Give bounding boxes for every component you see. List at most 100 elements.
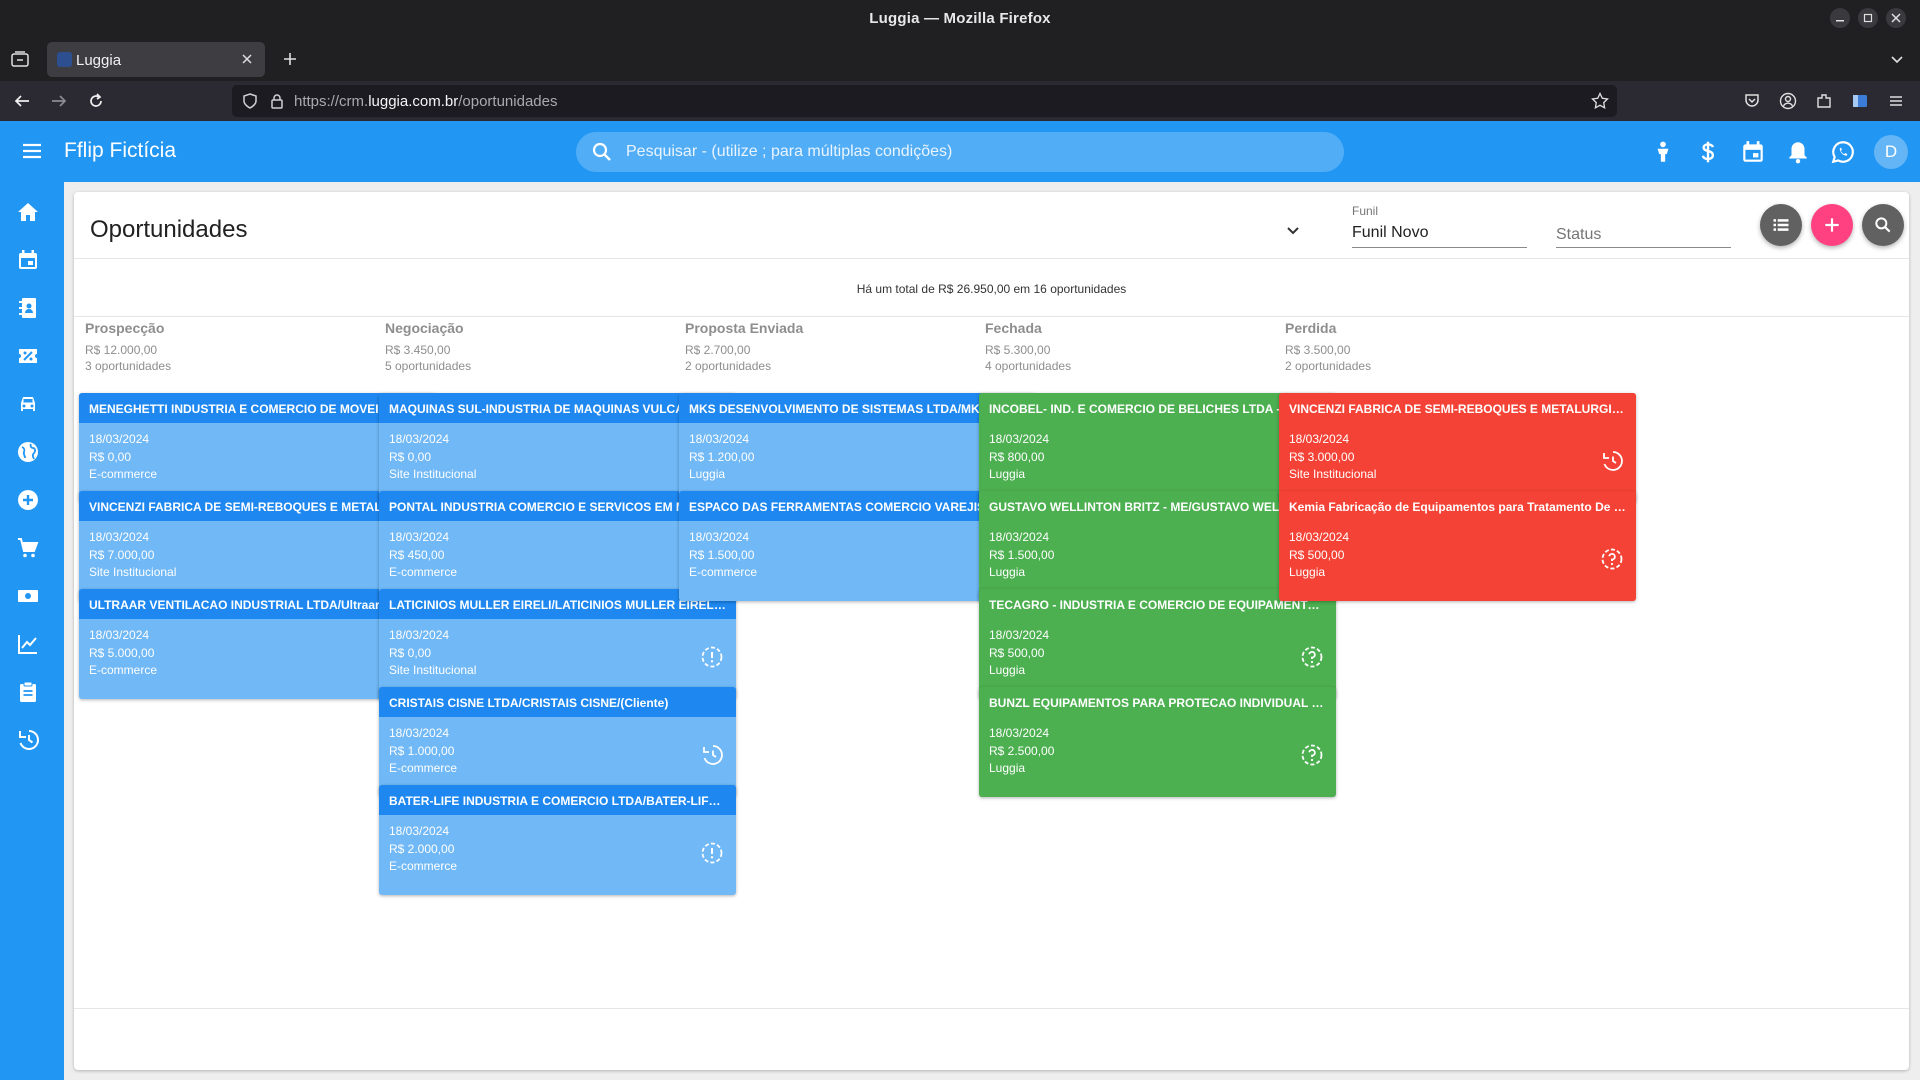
ticket-percent-icon[interactable]	[16, 344, 40, 368]
globe-icon[interactable]	[16, 440, 40, 464]
column-sum: R$ 3.450,00	[385, 343, 451, 357]
account-icon[interactable]	[1779, 92, 1797, 110]
clipboard-icon[interactable]	[16, 680, 40, 704]
board-bottom-divider	[74, 1008, 1909, 1009]
card-value: R$ 2.000,00	[389, 842, 455, 856]
dollar-icon[interactable]	[1695, 139, 1721, 165]
chart-line-icon[interactable]	[16, 632, 40, 656]
column-title: Perdida	[1285, 320, 1337, 336]
opportunity-card[interactable]: BATER-LIFE INDUSTRIA E COMERCIO LTDA/BAT…	[379, 785, 736, 895]
card-title[interactable]: CRISTAIS CISNE LTDA/CRISTAIS CISNE/(Clie…	[379, 687, 736, 717]
card-value: R$ 1.200,00	[689, 450, 755, 464]
tab-label: Luggia	[76, 52, 122, 69]
card-source: Luggia	[989, 663, 1026, 677]
history-icon[interactable]	[700, 743, 724, 767]
home-icon[interactable]	[16, 200, 40, 224]
sidebar-toggle-icon[interactable]	[1851, 92, 1869, 110]
card-source: E-commerce	[89, 467, 158, 481]
whatsapp-icon[interactable]	[1830, 139, 1856, 165]
help-clock-icon[interactable]	[1600, 547, 1624, 571]
alert-clock-icon[interactable]	[700, 841, 724, 865]
tab-overview-icon[interactable]	[11, 51, 29, 67]
search-button[interactable]	[1862, 204, 1904, 246]
calendar-icon[interactable]	[16, 248, 40, 272]
help-clock-icon[interactable]	[1300, 645, 1324, 669]
back-icon[interactable]	[13, 92, 31, 110]
shield-icon[interactable]	[242, 93, 258, 109]
restore-icon	[1863, 13, 1873, 23]
history-icon[interactable]	[16, 728, 40, 752]
card-source: E-commerce	[389, 761, 458, 775]
card-value: R$ 5.000,00	[89, 646, 155, 660]
card-value: R$ 1.500,00	[689, 548, 755, 562]
cart-icon[interactable]	[16, 536, 40, 560]
url-text[interactable]: https://crm.luggia.com.br/oportunidades	[294, 93, 557, 110]
list-tabs-icon[interactable]	[1888, 50, 1906, 68]
card-value: R$ 7.000,00	[89, 548, 155, 562]
opportunity-card[interactable]: BUNZL EQUIPAMENTOS PARA PROTECAO INDIVID…	[979, 687, 1336, 797]
hamburger-menu-icon[interactable]	[20, 139, 44, 163]
close-window-button[interactable]	[1886, 8, 1906, 28]
card-title[interactable]: BUNZL EQUIPAMENTOS PARA PROTECAO INDIVID…	[979, 687, 1336, 717]
bookmark-star-icon[interactable]	[1591, 92, 1609, 110]
card-source: Site Institucional	[389, 467, 477, 481]
status-select[interactable]: Status	[1556, 200, 1731, 248]
funnel-select[interactable]: Funil Funil Novo	[1352, 200, 1527, 248]
card-title[interactable]: VINCENZI FABRICA DE SEMI-REBOQUES E META…	[1279, 393, 1636, 423]
card-value: R$ 2.500,00	[989, 744, 1055, 758]
opportunity-card[interactable]: LATICINIOS MULLER EIRELI/LATICINIOS MULL…	[379, 589, 736, 699]
contacts-book-icon[interactable]	[16, 296, 40, 320]
search-input[interactable]: Pesquisar - (utilize ; para múltiplas co…	[576, 132, 1344, 172]
browser-tab[interactable]: Luggia	[47, 42, 265, 77]
forward-icon[interactable]	[50, 92, 68, 110]
navigation-toolbar: https://crm.luggia.com.br/oportunidades	[0, 81, 1920, 121]
calendar-icon[interactable]	[1740, 139, 1766, 165]
menu-icon[interactable]	[1887, 92, 1905, 110]
address-bar[interactable]: https://crm.luggia.com.br/oportunidades	[232, 85, 1617, 117]
card-value: R$ 500,00	[989, 646, 1045, 660]
help-clock-icon[interactable]	[1300, 743, 1324, 767]
bell-icon[interactable]	[1785, 139, 1811, 165]
card-date: 18/03/2024	[389, 824, 450, 838]
total-summary: Há um total de R$ 26.950,00 em 16 oportu…	[856, 282, 1127, 296]
minimize-icon	[1836, 20, 1844, 22]
url-domain: luggia.com.br	[368, 93, 459, 110]
maximize-button[interactable]	[1858, 8, 1878, 28]
opportunity-card[interactable]: TECAGRO - INDUSTRIA E COMERCIO DE EQUIPA…	[979, 589, 1336, 699]
card-value: R$ 500,00	[1289, 548, 1345, 562]
avatar[interactable]: D	[1874, 135, 1908, 169]
card-title[interactable]: BATER-LIFE INDUSTRIA E COMERCIO LTDA/BAT…	[379, 785, 736, 815]
card-date: 18/03/2024	[389, 628, 450, 642]
add-opportunity-button[interactable]	[1811, 204, 1853, 246]
opportunity-card[interactable]: Kemia Fabricação de Equipamentos para Tr…	[1279, 491, 1636, 601]
car-icon[interactable]	[16, 392, 40, 416]
alert-clock-icon[interactable]	[700, 645, 724, 669]
history-icon[interactable]	[1600, 449, 1624, 473]
extensions-icon[interactable]	[1815, 92, 1833, 110]
opportunity-card[interactable]: CRISTAIS CISNE LTDA/CRISTAIS CISNE/(Clie…	[379, 687, 736, 797]
pocket-icon[interactable]	[1743, 92, 1761, 110]
card-title[interactable]: Kemia Fabricação de Equipamentos para Tr…	[1279, 491, 1636, 521]
reload-icon[interactable]	[87, 92, 105, 110]
card-source: Site Institucional	[89, 565, 177, 579]
opportunity-card[interactable]: VINCENZI FABRICA DE SEMI-REBOQUES E META…	[1279, 393, 1636, 503]
list-view-button[interactable]	[1760, 204, 1802, 246]
tab-bar: Luggia	[0, 37, 1920, 81]
search-icon	[592, 142, 611, 161]
close-tab-icon[interactable]	[238, 50, 256, 68]
new-tab-icon[interactable]	[281, 50, 299, 68]
cash-icon[interactable]	[16, 584, 40, 608]
card-source: Luggia	[989, 761, 1026, 775]
card-date: 18/03/2024	[989, 530, 1050, 544]
page-title: Oportunidades	[90, 216, 248, 243]
card-source: Site Institucional	[1289, 467, 1377, 481]
person-icon[interactable]	[1650, 139, 1676, 165]
header-divider	[74, 258, 1909, 259]
lock-icon[interactable]	[269, 93, 285, 109]
minimize-button[interactable]	[1830, 8, 1850, 28]
brand-name[interactable]: Fflip Fictícia	[64, 139, 176, 163]
chevron-down-icon[interactable]	[1281, 218, 1305, 242]
window-title: Luggia — Mozilla Firefox	[869, 10, 1051, 27]
column-sum: R$ 3.500,00	[1285, 343, 1351, 357]
add-circle-icon[interactable]	[16, 488, 40, 512]
